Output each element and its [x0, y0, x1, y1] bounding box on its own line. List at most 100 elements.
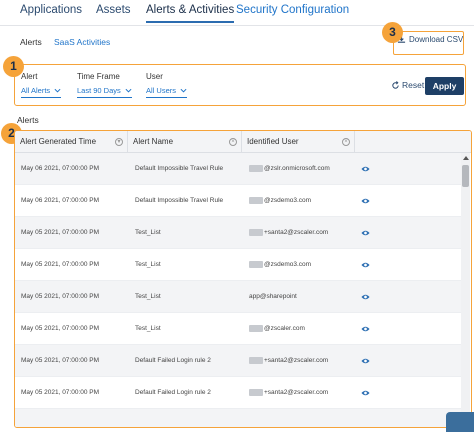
table-body: May 06 2021, 07:00:00 PM Default Impossib… — [15, 153, 461, 427]
column-header-identified-user[interactable]: Identified User × — [242, 131, 355, 153]
clear-icon[interactable]: × — [342, 138, 350, 146]
column-header-label: Identified User — [247, 137, 299, 146]
table-row[interactable] — [15, 409, 461, 427]
identified-user-value: +santa2@zscaler.com — [264, 389, 329, 396]
alert-time-cell: May 05 2021, 07:00:00 PM — [21, 229, 100, 236]
tab-security-configuration[interactable]: Security Configuration — [236, 4, 349, 16]
alert-name-cell: Default Impossible Travel Rule — [135, 165, 224, 172]
tab-assets[interactable]: Assets — [96, 4, 131, 16]
redacted-text — [249, 356, 263, 364]
identified-user-value: @zsdemo3.com — [264, 197, 312, 204]
redacted-text — [249, 164, 263, 172]
identified-user-value: +santa2@zscaler.com — [264, 229, 329, 236]
identified-user-value: @zsdemo3.com — [264, 261, 312, 268]
redacted-text — [249, 388, 263, 396]
alert-filter-select[interactable]: All Alerts — [21, 86, 62, 98]
eye-icon[interactable] — [361, 229, 370, 237]
table-row[interactable]: May 06 2021, 07:00:00 PM Default Impossib… — [15, 153, 461, 185]
table-row[interactable]: May 05 2021, 07:00:00 PM Test_List app@sha… — [15, 281, 461, 313]
eye-icon[interactable] — [361, 197, 370, 205]
identified-user-cell: @zslr.onmicrosoft.com — [249, 153, 330, 185]
alert-name-cell: Test_List — [135, 229, 161, 236]
user-filter-value: All Users — [146, 86, 177, 95]
time-frame-value: Last 90 Days — [77, 86, 121, 95]
alert-time-cell: May 05 2021, 07:00:00 PM — [21, 357, 100, 364]
alert-time-cell: May 05 2021, 07:00:00 PM — [21, 261, 100, 268]
tab-alerts-activities[interactable]: Alerts & Activities — [146, 4, 235, 23]
identified-user-cell: @zsdemo3.com — [249, 185, 311, 217]
alert-time-cell: May 06 2021, 07:00:00 PM — [21, 165, 100, 172]
table-row[interactable]: May 05 2021, 07:00:00 PM Default Failed L… — [15, 345, 461, 377]
alert-name-cell: Default Failed Login rule 2 — [135, 357, 211, 364]
table-row[interactable]: May 05 2021, 07:00:00 PM Test_List +santa2… — [15, 217, 461, 249]
identified-user-value: app@sharepoint — [249, 293, 297, 300]
top-nav: Applications Assets Alerts & Activities … — [0, 0, 474, 26]
section-title: Alerts — [17, 115, 39, 125]
table-scrollbar[interactable] — [461, 153, 470, 427]
apply-button[interactable]: Apply — [425, 77, 464, 95]
column-header-label: Alert Name — [133, 137, 174, 146]
redacted-text — [249, 260, 263, 268]
alert-time-cell: May 05 2021, 07:00:00 PM — [21, 293, 100, 300]
table-row[interactable]: May 05 2021, 07:00:00 PM Default Failed L… — [15, 377, 461, 409]
identified-user-value: @zslr.onmicrosoft.com — [264, 165, 330, 172]
eye-icon[interactable] — [361, 293, 370, 301]
alert-name-cell: Test_List — [135, 293, 161, 300]
download-csv-button[interactable]: Download CSV — [397, 35, 463, 44]
user-filter-select[interactable]: All Users — [146, 86, 188, 98]
table-header: Alert Generated Time ▾ Alert Name × Iden… — [15, 131, 471, 153]
scroll-thumb[interactable] — [462, 165, 469, 187]
chevron-down-icon — [125, 88, 132, 93]
chat-button[interactable] — [446, 412, 474, 432]
table-row[interactable]: May 06 2021, 07:00:00 PM Default Impossib… — [15, 185, 461, 217]
column-header-alert-name[interactable]: Alert Name × — [128, 131, 242, 153]
identified-user-value: @zscaler.com — [264, 325, 305, 332]
tab-applications[interactable]: Applications — [20, 4, 82, 16]
chevron-down-icon — [180, 88, 187, 93]
user-filter-label: User — [146, 72, 163, 81]
chevron-down-icon — [54, 88, 61, 93]
subtab-saas-activities[interactable]: SaaS Activities — [54, 37, 110, 47]
column-header-label: Alert Generated Time — [20, 137, 97, 146]
alert-time-cell: May 05 2021, 07:00:00 PM — [21, 325, 100, 332]
identified-user-cell: +santa2@zscaler.com — [249, 345, 328, 377]
eye-icon[interactable] — [361, 261, 370, 269]
alert-time-cell: May 05 2021, 07:00:00 PM — [21, 389, 100, 396]
time-frame-select[interactable]: Last 90 Days — [77, 86, 132, 98]
identified-user-cell: app@sharepoint — [249, 281, 297, 313]
column-header-alert-time[interactable]: Alert Generated Time ▾ — [15, 131, 128, 153]
eye-icon[interactable] — [361, 325, 370, 333]
table-row[interactable]: May 05 2021, 07:00:00 PM Test_List @zsdemo… — [15, 249, 461, 281]
identified-user-cell: @zscaler.com — [249, 313, 305, 345]
alert-filter-label: Alert — [21, 72, 38, 81]
eye-icon[interactable] — [361, 165, 370, 173]
subtab-alerts[interactable]: Alerts — [20, 37, 42, 47]
alert-time-cell: May 06 2021, 07:00:00 PM — [21, 197, 100, 204]
reset-label: Reset — [402, 80, 425, 90]
download-csv-label: Download CSV — [409, 35, 464, 44]
reset-button[interactable]: Reset — [391, 80, 424, 90]
callout-3: 3 — [382, 22, 403, 43]
identified-user-cell: +santa2@zscaler.com — [249, 377, 328, 409]
identified-user-value: +santa2@zscaler.com — [264, 357, 329, 364]
refresh-icon — [392, 80, 399, 89]
alert-name-cell: Default Impossible Travel Rule — [135, 197, 224, 204]
alert-name-cell: Default Failed Login rule 2 — [135, 389, 211, 396]
table-row[interactable]: May 05 2021, 07:00:00 PM Test_List @zscale… — [15, 313, 461, 345]
alert-name-cell: Test_List — [135, 261, 161, 268]
redacted-text — [249, 324, 263, 332]
eye-icon[interactable] — [361, 389, 370, 397]
eye-icon[interactable] — [361, 357, 370, 365]
column-header-actions — [355, 131, 471, 153]
alert-filter-value: All Alerts — [21, 86, 51, 95]
clear-icon[interactable]: × — [229, 138, 237, 146]
sort-icon[interactable]: ▾ — [115, 138, 123, 146]
alert-name-cell: Test_List — [135, 325, 161, 332]
identified-user-cell: +santa2@zscaler.com — [249, 217, 328, 249]
time-frame-label: Time Frame — [77, 72, 120, 81]
redacted-text — [249, 196, 263, 204]
redacted-text — [249, 228, 263, 236]
scroll-up-icon[interactable] — [463, 156, 469, 160]
alerts-table: Alert Generated Time ▾ Alert Name × Iden… — [14, 130, 472, 428]
identified-user-cell: @zsdemo3.com — [249, 249, 311, 281]
